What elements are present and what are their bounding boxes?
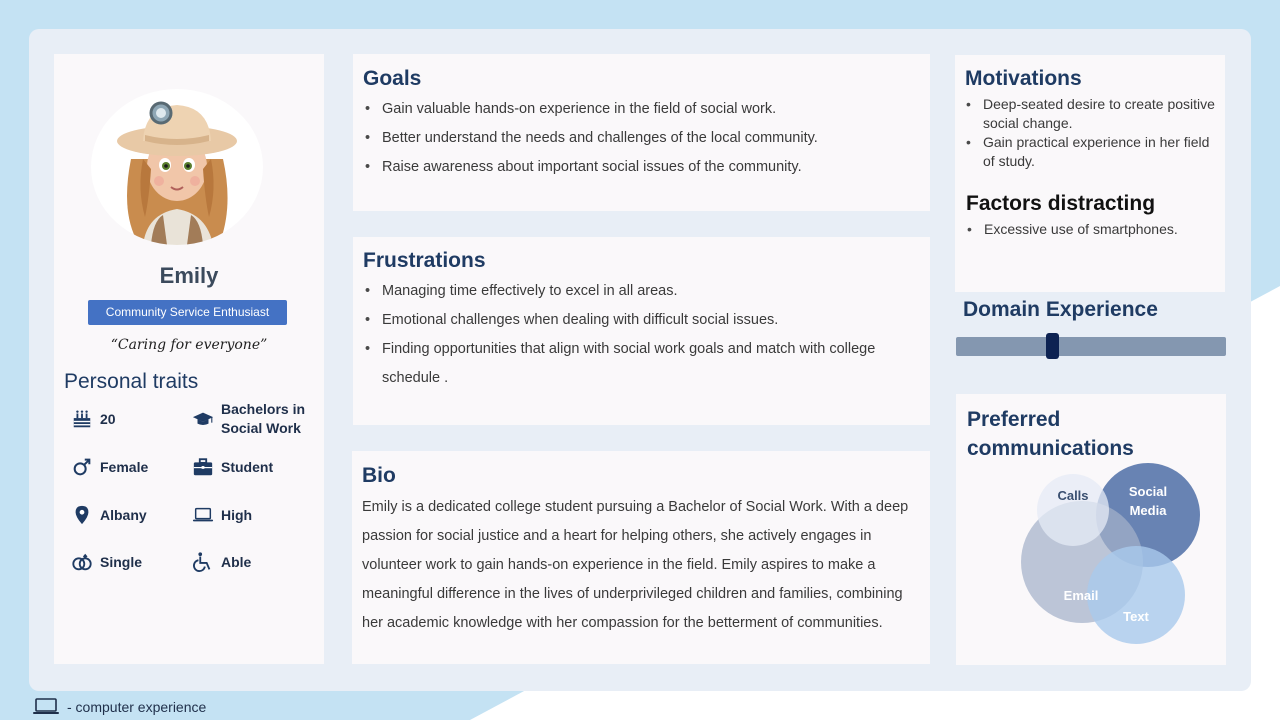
- trait-gender-value: Female: [100, 459, 149, 475]
- role-badge: Community Service Enthusiast: [88, 300, 287, 325]
- motivations-title: Motivations: [965, 67, 1082, 90]
- trait-occupation-value: Student: [221, 459, 274, 475]
- trait-education: Bachelors in Social Work: [191, 400, 305, 438]
- trait-ability: Able: [191, 550, 251, 574]
- list-item: Finding opportunities that align with so…: [363, 335, 903, 393]
- trait-computer-value: High: [221, 507, 253, 523]
- list-item: Deep-seated desire to create positive so…: [964, 95, 1222, 133]
- domain-experience-slider[interactable]: [956, 333, 1226, 359]
- persona-quote: “Caring for everyone”: [110, 337, 268, 353]
- traits-title: Personal traits: [64, 370, 199, 393]
- footer-legend-text: - computer experience: [67, 699, 207, 715]
- venn-label-email: Email: [1064, 588, 1099, 603]
- trait-education-line1: Bachelors in: [221, 401, 306, 417]
- list-item: Emotional challenges when dealing with d…: [363, 306, 903, 335]
- bio-card: Bio Emily is a dedicated college student…: [352, 451, 930, 664]
- goals-title: Goals: [363, 67, 422, 90]
- list-item: Gain practical experience in her field o…: [964, 133, 1222, 171]
- venn-circle-text: [1087, 546, 1185, 644]
- venn-label-text: Text: [1123, 609, 1149, 624]
- bio-text: Emily is a dedicated college student pur…: [362, 499, 909, 631]
- trait-ability-value: Able: [221, 554, 252, 570]
- map-pin-icon: [70, 503, 94, 527]
- preferred-communications-title: Preferred communications: [967, 408, 1134, 460]
- trait-gender: Female: [70, 455, 148, 479]
- laptop-icon: [33, 698, 59, 716]
- motivations-card: Motivations Deep-seated desire to create…: [955, 55, 1225, 180]
- footer-legend: - computer experience: [33, 698, 206, 716]
- venn-label-social-line2: Media: [1130, 503, 1168, 518]
- trait-computer: High: [191, 503, 252, 527]
- wheelchair-icon: [191, 550, 215, 574]
- trait-education-line2: Social Work: [221, 420, 301, 436]
- trait-location-value: Albany: [100, 507, 147, 523]
- rings-icon: [70, 550, 94, 574]
- goals-list: Gain valuable hands-on experience in the…: [363, 95, 923, 182]
- profile-card: Emily Community Service Enthusiast “Cari…: [54, 54, 324, 664]
- goals-card: Goals Gain valuable hands-on experience …: [353, 54, 930, 211]
- list-item: Excessive use of smartphones.: [965, 220, 1215, 239]
- frustrations-title: Frustrations: [363, 249, 486, 272]
- gender-symbol-icon: [70, 455, 94, 479]
- persona-name: Emily: [159, 263, 219, 288]
- venn-label-social-line1: Social: [1129, 484, 1167, 499]
- frustrations-card: Frustrations Managing time effectively t…: [353, 237, 930, 425]
- list-item: Gain valuable hands-on experience in the…: [363, 95, 923, 124]
- birthday-cake-icon: [70, 407, 94, 431]
- list-item: Better understand the needs and challeng…: [363, 124, 923, 153]
- bio-title: Bio: [362, 464, 396, 487]
- trait-location: Albany: [70, 503, 147, 527]
- motivations-list: Deep-seated desire to create positive so…: [964, 95, 1222, 171]
- frustrations-list: Managing time effectively to excel in al…: [363, 277, 903, 393]
- avatar: [91, 89, 263, 245]
- domain-experience-title: Domain Experience: [963, 298, 1158, 321]
- trait-age-value: 20: [100, 411, 116, 427]
- preferred-communications-card: Calls Social Media Email Text Preferred …: [956, 394, 1226, 665]
- factors-card: Factors distracting Excessive use of sma…: [955, 180, 1225, 292]
- list-item: Managing time effectively to excel in al…: [363, 277, 903, 306]
- laptop-icon: [191, 503, 215, 527]
- slider-thumb[interactable]: [1046, 333, 1059, 359]
- graduation-cap-icon: [191, 407, 215, 431]
- trait-age: 20: [70, 407, 116, 431]
- briefcase-icon: [191, 455, 215, 479]
- trait-relationship-value: Single: [100, 554, 143, 570]
- venn-label-calls: Calls: [1057, 488, 1088, 503]
- venn-circle-calls: [1037, 474, 1109, 546]
- factors-list: Excessive use of smartphones.: [965, 220, 1215, 239]
- factors-title: Factors distracting: [966, 192, 1156, 215]
- trait-occupation: Student: [191, 455, 273, 479]
- list-item: Raise awareness about important social i…: [363, 153, 923, 182]
- trait-relationship: Single: [70, 550, 142, 574]
